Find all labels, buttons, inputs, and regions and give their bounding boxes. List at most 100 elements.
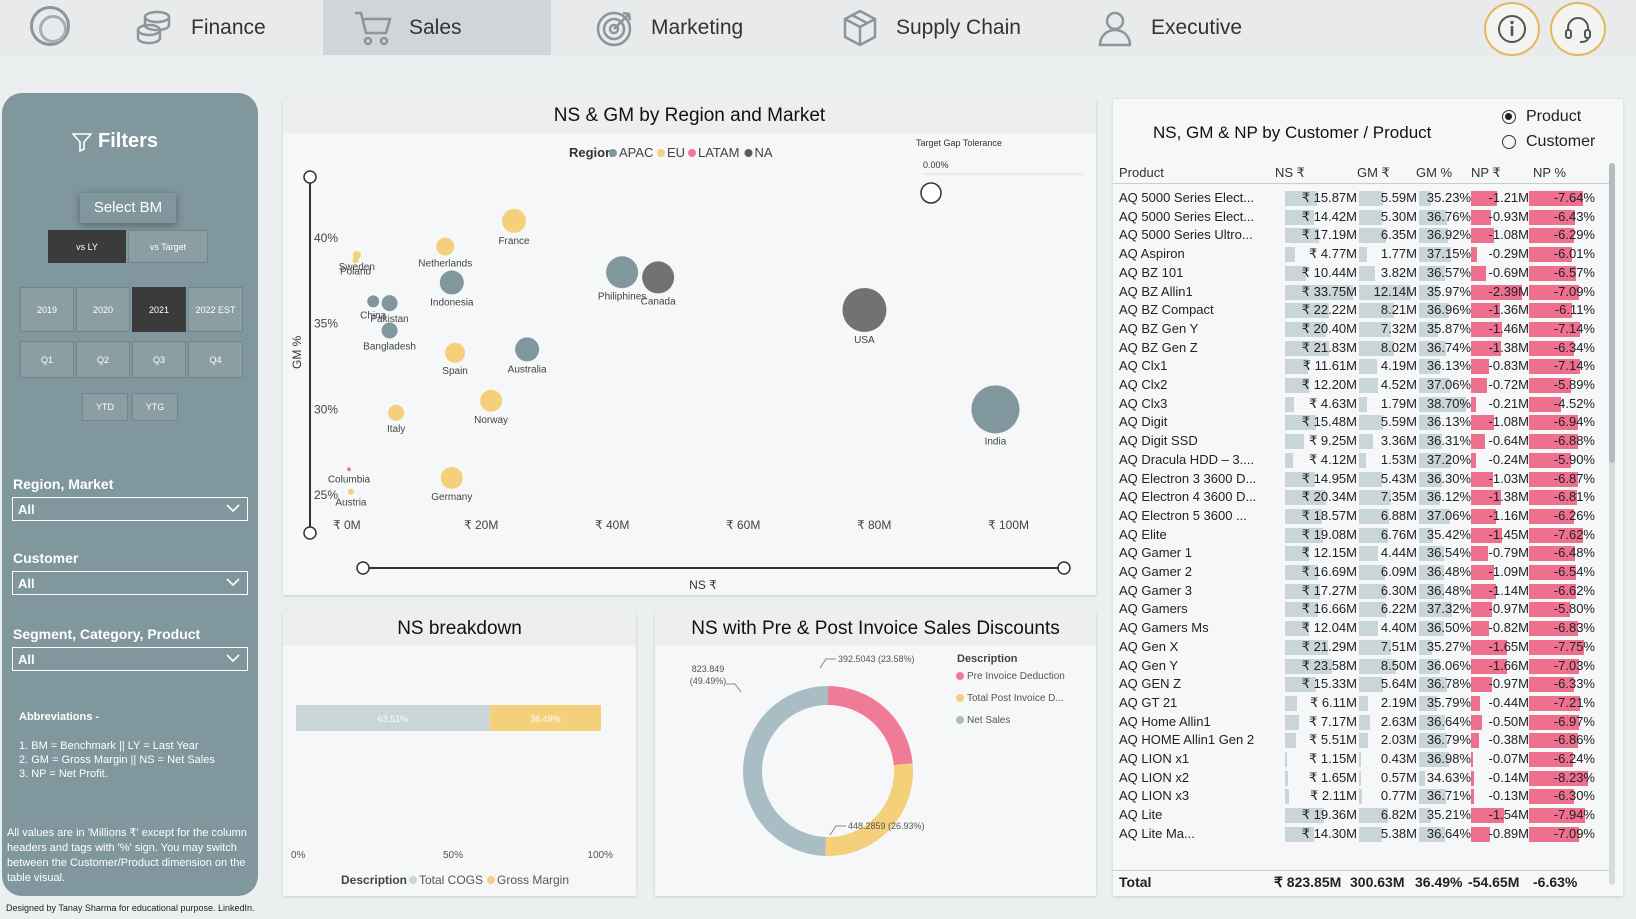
table-row[interactable]: AQ Electron 4 3600 D... ₹ 20.34M 7.35M 36.1… (1119, 488, 1609, 507)
quarter-q4-button[interactable]: Q4 (188, 341, 243, 378)
table-row[interactable]: AQ Gamers Ms ₹ 12.04M 4.40M 36.50% -0.82M -6.… (1119, 619, 1609, 638)
scatter-point[interactable] (381, 322, 398, 339)
x-range-slider-left-handle[interactable] (356, 561, 370, 575)
table-row[interactable]: AQ Aspiron ₹ 4.77M 1.77M 37.15% -0.29M -6.01% (1119, 245, 1609, 264)
table-cell: AQ Lite Ma... (1119, 825, 1195, 841)
table-header-ns[interactable]: NS ₹ (1275, 165, 1305, 181)
scatter-point[interactable] (347, 488, 354, 495)
year-2021-button[interactable]: 2021 (132, 287, 186, 332)
table-row[interactable]: AQ Electron 3 3600 D... ₹ 14.95M 5.43M 36.3… (1119, 470, 1609, 489)
table-row[interactable]: AQ Dracula HDD – 3.... ₹ 4.12M 1.53M 37.20%… (1119, 451, 1609, 470)
table-row[interactable]: AQ Gen X ₹ 21.29M 7.51M 35.27% -1.65M -7.75% (1119, 638, 1609, 657)
tab-executive[interactable]: Executive (1065, 0, 1293, 55)
bm-vs-target-button[interactable]: vs Target (128, 230, 208, 263)
tab-supply-chain[interactable]: Supply Chain (810, 0, 1042, 55)
year-2020-button[interactable]: 2020 (76, 287, 130, 332)
table-row[interactable]: AQ Lite ₹ 19.36M 6.82M 35.21% -1.54M -7.94% (1119, 806, 1609, 825)
table-row[interactable]: AQ Electron 5 3600 ... ₹ 18.57M 6.88M 37.06… (1119, 507, 1609, 526)
scatter-point[interactable] (606, 256, 639, 289)
table-scrollbar-thumb[interactable] (1609, 163, 1615, 463)
y-range-slider-bottom-handle[interactable] (303, 526, 317, 540)
scatter-point[interactable] (842, 287, 887, 332)
table-row[interactable]: AQ BZ Compact ₹ 22.22M 8.21M 36.96% -1.36M -6… (1119, 301, 1609, 320)
table-row[interactable]: AQ 5000 Series Elect... ₹ 15.87M 5.59M 35.2… (1119, 189, 1609, 208)
table-row[interactable]: AQ 5000 Series Elect... ₹ 14.42M 5.30M 36.7… (1119, 208, 1609, 227)
scatter-point[interactable] (445, 342, 466, 363)
scatter-point[interactable] (971, 385, 1020, 434)
donut-data-label: (49.49%) (690, 676, 727, 686)
scatter-point[interactable] (436, 237, 455, 256)
year-2019-button[interactable]: 2019 (20, 287, 74, 332)
support-button[interactable] (1550, 2, 1606, 56)
scatter-point[interactable] (439, 270, 464, 295)
scatter-legend-title: Region (569, 145, 613, 160)
table-row[interactable]: AQ HOME Allin1 Gen 2 ₹ 5.51M 2.03M 36.79% -0… (1119, 731, 1609, 750)
period-ytd-button[interactable]: YTD (82, 393, 128, 421)
table-row[interactable]: AQ LION x2 ₹ 1.65M 0.57M 34.63% -0.14M -8.23% (1119, 769, 1609, 788)
table-row[interactable]: AQ Clx3 ₹ 4.63M 1.79M 38.70% -0.21M -4.52% (1119, 395, 1609, 414)
scatter-point[interactable] (642, 261, 675, 294)
table-row[interactable]: AQ Gamer 3 ₹ 17.27M 6.30M 36.48% -1.14M -6.62… (1119, 582, 1609, 601)
table-row[interactable]: AQ Digit ₹ 15.48M 5.59M 36.13% -1.08M -6.94% (1119, 413, 1609, 432)
table-row[interactable]: AQ LION x3 ₹ 2.11M 0.77M 36.71% -0.13M -6.30% (1119, 787, 1609, 806)
scatter-point[interactable] (515, 337, 540, 362)
customer-dropdown[interactable]: All (12, 571, 248, 595)
table-header-product[interactable]: Product (1119, 165, 1164, 180)
scatter-point[interactable] (352, 257, 359, 264)
donut-slice[interactable] (743, 686, 828, 856)
scatter-point[interactable] (480, 389, 503, 412)
table-row[interactable]: AQ Gamer 2 ₹ 16.69M 6.09M 36.48% -1.09M -6.54… (1119, 563, 1609, 582)
table-row[interactable]: AQ BZ Gen Y ₹ 20.40M 7.32M 35.87% -1.46M -7.1… (1119, 320, 1609, 339)
scatter-point[interactable] (388, 404, 405, 421)
year-2022-est-button[interactable]: 2022 EST (188, 287, 243, 332)
bm-vs-ly-button[interactable]: vs LY (48, 230, 126, 263)
y-range-slider-top-handle[interactable] (303, 170, 317, 184)
target-gap-slider-handle[interactable] (920, 182, 942, 204)
table-row[interactable]: AQ Gamers ₹ 16.66M 6.22M 37.32% -0.97M -5.80% (1119, 600, 1609, 619)
table-row[interactable]: AQ BZ Allin1 ₹ 33.75M 12.14M 35.97% -2.39M -7… (1119, 283, 1609, 302)
scatter-point[interactable] (346, 467, 351, 472)
table-header-np-pct[interactable]: NP % (1533, 165, 1566, 180)
table-cell: -7.09% (1553, 825, 1595, 841)
table-row[interactable]: AQ BZ 101 ₹ 10.44M 3.82M 36.57% -0.69M -6.57% (1119, 264, 1609, 283)
segment-dropdown[interactable]: All (12, 647, 248, 671)
scatter-point[interactable] (367, 295, 380, 308)
donut-slice[interactable] (828, 686, 913, 766)
quarter-q2-button[interactable]: Q2 (76, 341, 130, 378)
table-row[interactable]: AQ Lite Ma... ₹ 14.30M 5.38M 36.64% -0.89M -7… (1119, 825, 1609, 844)
donut-slice[interactable] (825, 763, 913, 856)
data-bar (1359, 770, 1362, 786)
table-row[interactable]: AQ Gamer 1 ₹ 12.15M 4.44M 36.54% -0.79M -6.48… (1119, 544, 1609, 563)
quarter-q1-button[interactable]: Q1 (20, 341, 74, 378)
ns-bar-label: 36.49% (530, 714, 561, 724)
scatter-point[interactable] (381, 295, 398, 312)
x-range-slider-right-handle[interactable] (1057, 561, 1071, 575)
table-row[interactable]: AQ Digit SSD ₹ 9.25M 3.36M 36.31% -0.64M -6.8… (1119, 432, 1609, 451)
table-header-gm-pct[interactable]: GM % (1416, 165, 1452, 180)
radio-customer[interactable]: Customer (1502, 133, 1595, 151)
table-row[interactable]: AQ Home Allin1 ₹ 7.17M 2.63M 36.64% -0.50M -6… (1119, 713, 1609, 732)
tab-marketing[interactable]: Marketing (565, 0, 790, 55)
quarter-q3-button[interactable]: Q3 (132, 341, 186, 378)
tab-finance[interactable]: Finance (105, 0, 323, 55)
table-cell: AQ Gamers Ms (1119, 620, 1209, 636)
table-header-gm[interactable]: GM ₹ (1357, 165, 1390, 181)
table-row[interactable]: AQ BZ Gen Z ₹ 21.83M 8.02M 36.74% -1.38M -6.3… (1119, 339, 1609, 358)
region-market-dropdown[interactable]: All (12, 497, 248, 521)
table-row[interactable]: AQ GEN Z ₹ 15.33M 5.64M 36.78% -0.97M -6.33% (1119, 675, 1609, 694)
table-row[interactable]: AQ Clx1 ₹ 11.61M 4.19M 36.13% -0.83M -7.14% (1119, 357, 1609, 376)
table-row[interactable]: AQ Elite ₹ 19.08M 6.76M 35.42% -1.45M -7.62% (1119, 526, 1609, 545)
scatter-point[interactable] (502, 208, 527, 233)
scatter-point[interactable] (440, 466, 463, 489)
table-row[interactable]: AQ Gen Y ₹ 23.58M 8.50M 36.06% -1.66M -7.03% (1119, 657, 1609, 676)
table-row[interactable]: AQ LION x1 ₹ 1.15M 0.43M 36.98% -0.07M -6.24% (1119, 750, 1609, 769)
table-header-np[interactable]: NP ₹ (1471, 165, 1501, 181)
table-row[interactable]: AQ 5000 Series Ultro... ₹ 17.19M 6.35M 36.9… (1119, 226, 1609, 245)
table-row[interactable]: AQ Clx2 ₹ 12.20M 4.52M 37.06% -0.72M -5.89% (1119, 376, 1609, 395)
period-ytg-button[interactable]: YTG (132, 393, 178, 421)
table-scrollbar[interactable] (1609, 163, 1615, 885)
tab-sales[interactable]: Sales (323, 0, 551, 55)
info-button[interactable] (1484, 2, 1540, 56)
radio-product[interactable]: Product (1502, 108, 1581, 126)
table-row[interactable]: AQ GT 21 ₹ 6.11M 2.19M 35.79% -0.44M -7.21% (1119, 694, 1609, 713)
